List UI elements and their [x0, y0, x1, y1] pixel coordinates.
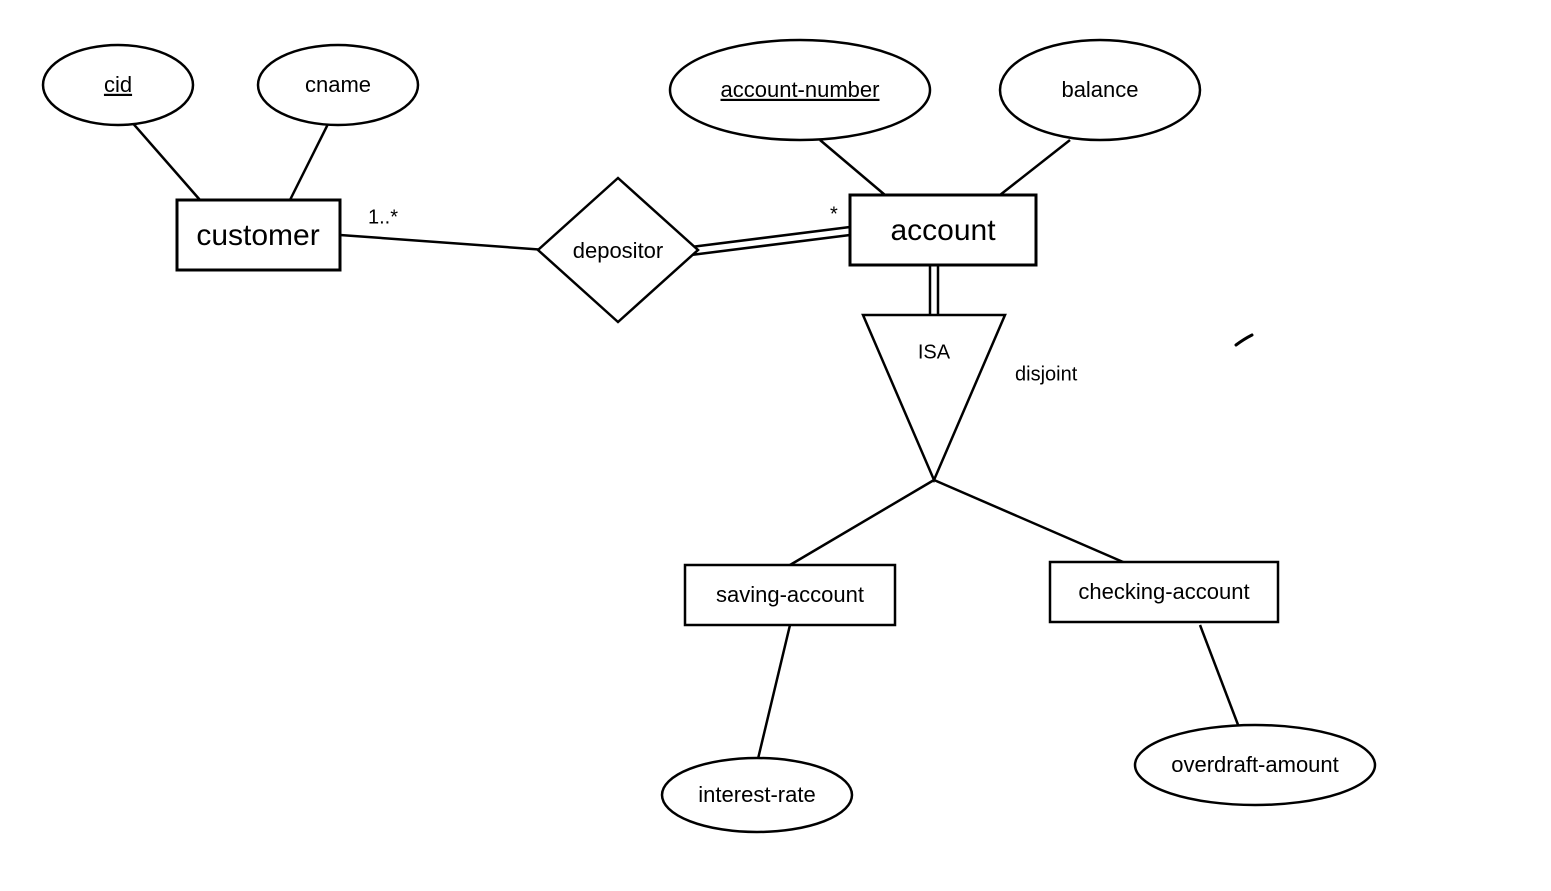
- entity-customer: customer: [177, 200, 340, 270]
- entity-saving-account: saving-account: [685, 565, 895, 625]
- isa-label: ISA: [918, 341, 951, 363]
- edge-isa-checking: [934, 480, 1130, 565]
- attribute-cid: cid: [43, 45, 193, 125]
- isa-triangle: ISA: [863, 315, 1005, 480]
- entity-checking-account-label: checking-account: [1078, 579, 1249, 604]
- relationship-depositor-label: depositor: [573, 238, 664, 263]
- edge-customer-depositor: [340, 235, 546, 250]
- attribute-balance-label: balance: [1061, 77, 1138, 102]
- entity-customer-label: customer: [196, 219, 319, 252]
- entity-checking-account: checking-account: [1050, 562, 1278, 622]
- attribute-interest-rate: interest-rate: [662, 758, 852, 832]
- attribute-interest-rate-label: interest-rate: [698, 782, 815, 807]
- edge-cid-customer: [130, 120, 200, 200]
- attribute-overdraft-amount-label: overdraft-amount: [1171, 752, 1339, 777]
- edge-balance-account: [1000, 140, 1070, 195]
- edge-saving-interest: [757, 625, 790, 763]
- er-diagram: cid cname account-number balance interes…: [0, 0, 1551, 891]
- attribute-cname-label: cname: [305, 72, 371, 97]
- entity-account-label: account: [890, 214, 996, 247]
- isa-constraint-label: disjoint: [1015, 363, 1078, 385]
- relationship-depositor: depositor: [538, 178, 698, 322]
- edge-cname-customer: [290, 120, 330, 200]
- edge-checking-overdraft: [1200, 625, 1240, 730]
- attribute-overdraft-amount: overdraft-amount: [1135, 725, 1375, 805]
- entity-saving-account-label: saving-account: [716, 582, 864, 607]
- entity-account: account: [850, 195, 1036, 265]
- attribute-balance: balance: [1000, 40, 1200, 140]
- cardinality-customer-depositor: 1..*: [368, 206, 398, 228]
- cardinality-depositor-account: *: [830, 203, 838, 225]
- stray-mark: [1236, 335, 1252, 345]
- attribute-account-number-label: account-number: [721, 77, 880, 102]
- attribute-cid-label: cid: [104, 72, 132, 97]
- edge-isa-saving: [790, 480, 934, 565]
- attribute-cname: cname: [258, 45, 418, 125]
- attribute-account-number: account-number: [670, 40, 930, 140]
- edge-accountnumber-account: [820, 140, 885, 195]
